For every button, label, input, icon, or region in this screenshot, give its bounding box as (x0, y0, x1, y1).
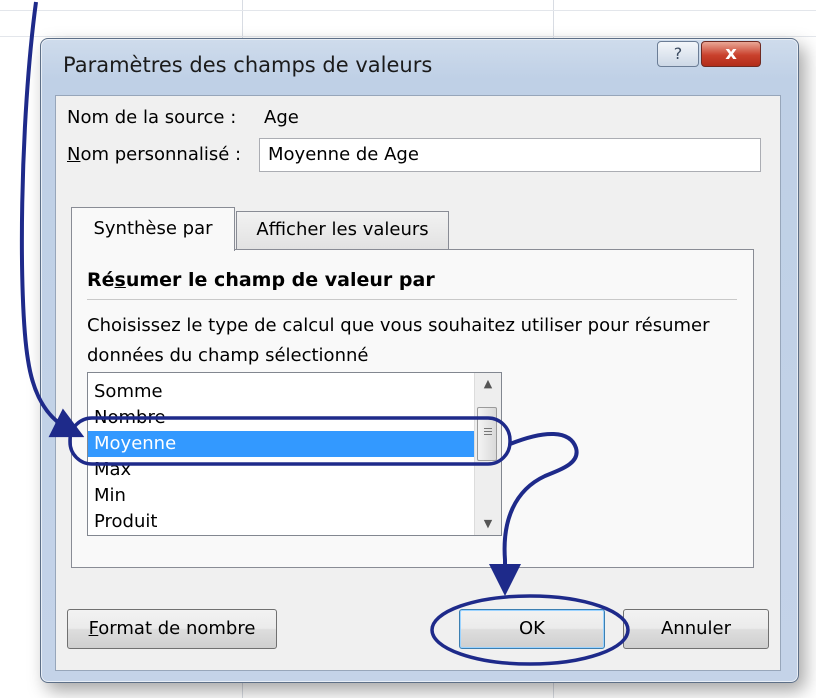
section-heading: Résumer le champ de valeur par (87, 269, 435, 291)
dialog-title: Paramètres des champs de valeurs (63, 53, 433, 77)
value-field-settings-dialog: Paramètres des champs de valeurs ? x Nom… (40, 38, 799, 683)
source-name-value: Age (264, 107, 299, 128)
grip-icon (484, 428, 492, 429)
tab-summarize-by[interactable]: Synthèse par (71, 207, 235, 251)
number-format-button-label: ormat de nombre (98, 618, 256, 639)
description-text: Choisissez le type de calcul que vous so… (87, 315, 710, 366)
scroll-down-arrow-icon[interactable]: ▼ (475, 513, 501, 535)
section-heading-part: umer le champ de valeur par (125, 269, 435, 291)
grid-line (0, 36, 816, 37)
help-button[interactable]: ? (657, 41, 699, 67)
list-item-produit[interactable]: Produit (88, 509, 476, 535)
custom-name-label: Nom personnalisé : (67, 144, 241, 165)
list-item-max[interactable]: Max (88, 457, 476, 483)
function-listbox[interactable]: Somme Nombre Moyenne Max Min Produit ▲ ▼ (87, 372, 502, 536)
mnemonic-letter: N (67, 144, 81, 165)
list-item-moyenne[interactable]: Moyenne (88, 431, 476, 457)
close-button[interactable]: x (701, 41, 761, 67)
list-item-somme[interactable]: Somme (88, 379, 476, 405)
grid-line (0, 10, 816, 11)
list-item-nombre[interactable]: Nombre (88, 405, 476, 431)
custom-name-input[interactable]: Moyenne de Age (259, 138, 761, 172)
listbox-scrollbar[interactable]: ▲ ▼ (474, 373, 501, 535)
cancel-button[interactable]: Annuler (623, 609, 769, 649)
custom-name-label-text: om personnalisé : (80, 144, 242, 165)
section-divider (87, 299, 737, 300)
scrollbar-thumb[interactable] (477, 407, 497, 461)
tab-show-values[interactable]: Afficher les valeurs (236, 211, 449, 249)
number-format-button[interactable]: Format de nombre (67, 609, 277, 649)
list-item-min[interactable]: Min (88, 483, 476, 509)
scroll-up-arrow-icon[interactable]: ▲ (475, 373, 501, 395)
section-heading-part: Ré (87, 269, 115, 291)
mnemonic-letter: F (88, 618, 99, 639)
source-name-label: Nom de la source : (67, 107, 237, 128)
ok-button[interactable]: OK (459, 609, 605, 649)
mnemonic-letter: s (114, 269, 126, 291)
